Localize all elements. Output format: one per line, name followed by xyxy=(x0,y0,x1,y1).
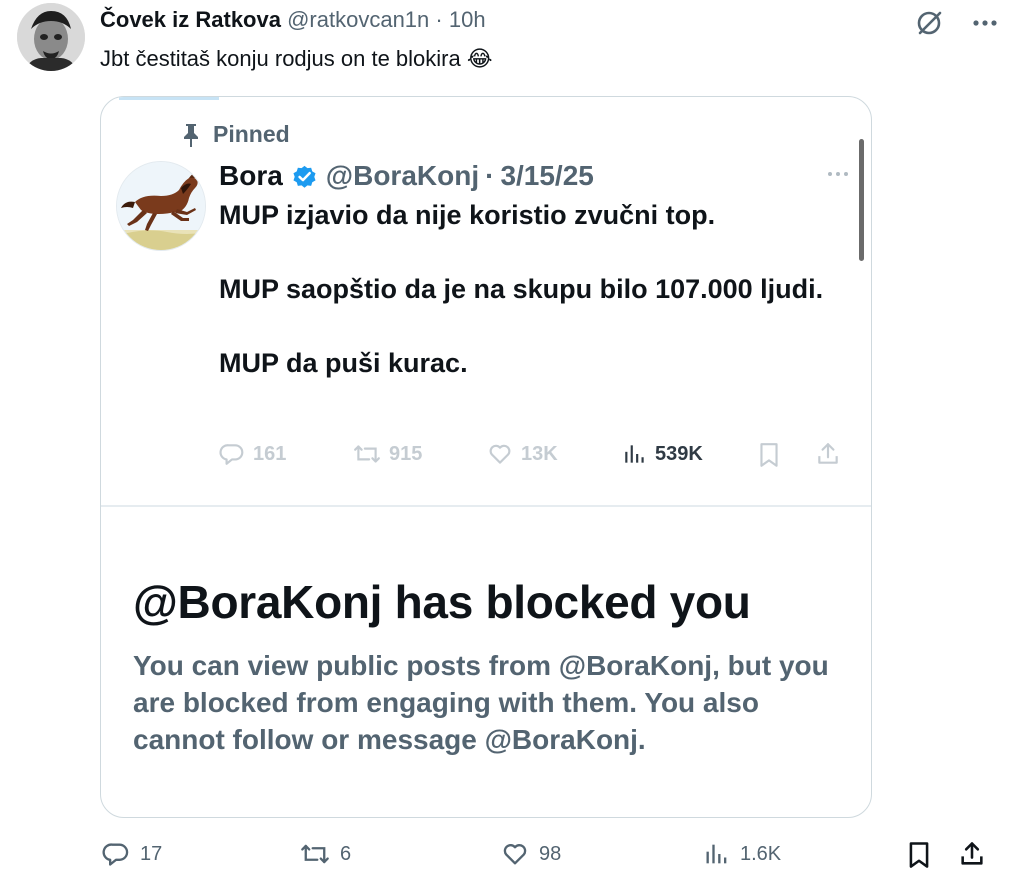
views-button[interactable]: 539K xyxy=(623,441,703,467)
grok-icon[interactable] xyxy=(912,6,946,40)
separator: · xyxy=(485,160,495,191)
reply-count: 161 xyxy=(253,442,287,465)
like-count: 13K xyxy=(521,442,558,465)
bookmark-button[interactable] xyxy=(906,840,932,870)
post-action-bar: 17 6 98 1.6K xyxy=(0,836,1024,876)
like-icon xyxy=(489,444,511,464)
share-button xyxy=(815,441,841,467)
pinned-label: Pinned xyxy=(213,121,290,147)
bookmark-icon xyxy=(760,443,778,467)
reply-button[interactable]: 17 xyxy=(102,840,162,868)
post-text: Jbt čestitaš konju rodjus on te blokira … xyxy=(100,46,493,71)
post-header: Čovek iz Ratkova @ratkovcan1n · 10h xyxy=(100,6,486,34)
verified-badge-icon xyxy=(291,163,318,190)
repost-button: 915 xyxy=(353,441,422,467)
quoted-author-avatar[interactable] xyxy=(116,161,206,251)
repost-count: 915 xyxy=(389,442,423,465)
post-tools xyxy=(912,6,1002,40)
like-icon xyxy=(503,844,527,865)
views-count: 539K xyxy=(655,442,703,465)
quoted-header: Bora @BoraKonj · 3/15/25 xyxy=(219,159,594,193)
divider xyxy=(101,505,871,507)
like-button[interactable]: 98 xyxy=(501,840,561,868)
quoted-post-date[interactable]: 3/15/25 xyxy=(500,159,593,193)
reply-count: 17 xyxy=(140,842,163,865)
repost-icon xyxy=(354,445,380,463)
like-button: 13K xyxy=(487,441,558,467)
scrollbar[interactable] xyxy=(859,139,864,261)
views-button[interactable]: 1.6K xyxy=(704,840,781,868)
like-count: 98 xyxy=(539,842,562,865)
bookmark-button xyxy=(757,441,781,469)
avatar-image xyxy=(17,3,85,71)
repost-icon xyxy=(301,844,329,864)
reply-icon xyxy=(102,843,129,866)
quoted-post-text: MUP izjavio da nije koristio zvučni top.… xyxy=(219,197,839,382)
separator: · xyxy=(435,7,443,32)
horse-avatar-image xyxy=(117,162,205,250)
more-icon[interactable] xyxy=(825,161,851,187)
blocked-description: You can view public posts from @BoraKonj… xyxy=(133,650,829,755)
author-avatar[interactable] xyxy=(17,3,85,71)
views-icon xyxy=(706,844,727,864)
blocked-title: @BoraKonj has blocked you xyxy=(133,576,751,628)
bookmark-icon xyxy=(909,842,929,868)
share-icon xyxy=(818,443,838,464)
more-icon[interactable] xyxy=(968,6,1002,40)
share-button[interactable] xyxy=(958,840,986,868)
views-count: 1.6K xyxy=(740,842,782,865)
repost-button[interactable]: 6 xyxy=(300,840,351,868)
quoted-line: MUP da puši kurac. xyxy=(219,348,468,378)
author-handle[interactable]: @ratkovcan1n xyxy=(287,7,429,32)
card-accent-line xyxy=(119,97,219,100)
embedded-card: Pinned Bora @BoraKonj · 3/15/25 MUP izja… xyxy=(100,96,872,818)
reply-icon xyxy=(219,444,244,465)
views-icon xyxy=(625,445,644,463)
quoted-line: MUP saopštio da je na skupu bilo 107.000… xyxy=(219,274,824,304)
pinned-indicator: Pinned xyxy=(181,121,290,148)
post-time[interactable]: 10h xyxy=(449,7,486,32)
share-icon xyxy=(961,842,983,865)
quoted-action-bar: 161 915 13K 539K xyxy=(215,437,855,477)
repost-count: 6 xyxy=(340,842,352,865)
author-name[interactable]: Čovek iz Ratkova xyxy=(100,7,281,32)
quoted-author-handle[interactable]: @BoraKonj xyxy=(326,159,479,193)
quoted-line: MUP izjavio da nije koristio zvučni top. xyxy=(219,200,716,230)
pin-icon xyxy=(181,122,201,148)
quoted-author-name[interactable]: Bora xyxy=(219,159,283,193)
reply-button: 161 xyxy=(219,441,286,467)
